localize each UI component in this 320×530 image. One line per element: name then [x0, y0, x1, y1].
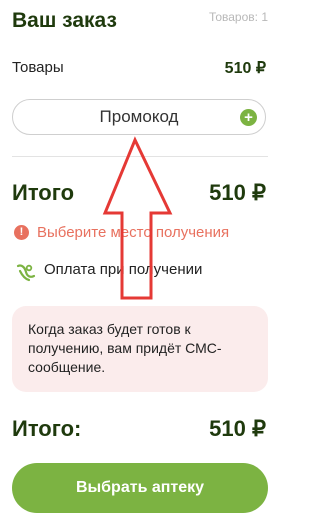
alert-icon: ! — [14, 225, 29, 240]
payment-method-text: Оплата при получении — [44, 261, 203, 278]
items-count: Товаров: 1 — [208, 10, 268, 24]
promo-code-button[interactable]: Промокод + — [12, 99, 266, 135]
total-bottom-value: 510 ₽ — [209, 416, 266, 441]
divider — [12, 156, 268, 157]
total-bottom-label: Итого: — [12, 416, 82, 441]
goods-label: Товары — [12, 59, 64, 76]
sms-notice-text: Когда заказ будет готов к получению, вам… — [28, 321, 222, 375]
total-label: Итого — [12, 180, 75, 205]
sms-notice: Когда заказ будет готов к получению, вам… — [12, 306, 268, 392]
select-pharmacy-label: Выбрать аптеку — [75, 479, 205, 496]
pickup-warning-link[interactable]: Выберите место получения — [37, 224, 229, 241]
goods-value: 510 ₽ — [224, 60, 266, 77]
page-title: Ваш заказ — [12, 9, 117, 32]
cash-icon — [16, 264, 36, 282]
total-value: 510 ₽ — [209, 180, 266, 205]
promo-code-label: Промокод — [99, 107, 179, 126]
select-pharmacy-button[interactable]: Выбрать аптеку — [12, 463, 268, 513]
plus-circle-icon: + — [240, 109, 257, 126]
